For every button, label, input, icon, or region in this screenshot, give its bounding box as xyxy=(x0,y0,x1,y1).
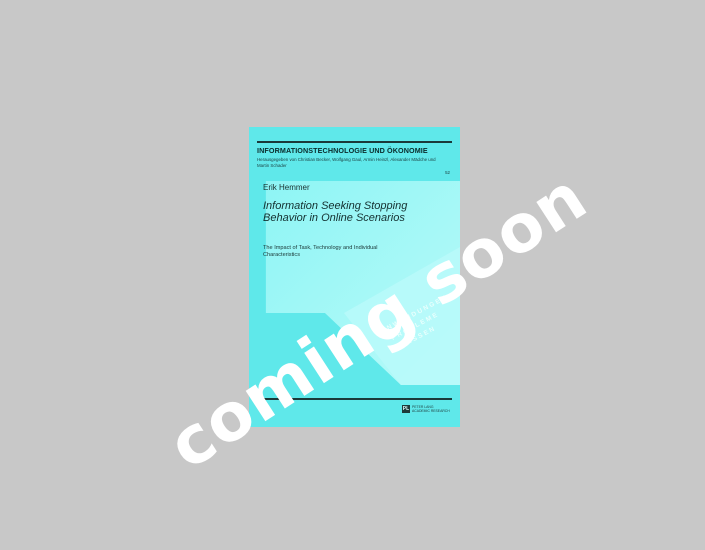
book-author: Erik Hemmer xyxy=(263,183,310,192)
book-title: Information Seeking Stopping Behavior in… xyxy=(263,200,408,224)
series-title: INFORMATIONSTECHNOLOGIE UND ÖKONOMIE xyxy=(257,146,428,155)
book-subtitle: The Impact of Task, Technology and Indiv… xyxy=(263,245,378,258)
volume-number: 52 xyxy=(445,170,450,175)
publisher-name: PETER LANG ACADEMIC RESEARCH xyxy=(412,405,450,413)
series-editors: Herausgegeben von Christian Becker, Wolf… xyxy=(257,157,436,168)
series-header: INFORMATIONSTECHNOLOGIE UND ÖKONOMIE Her… xyxy=(257,141,452,181)
publisher-logo-icon: PL xyxy=(402,405,410,413)
